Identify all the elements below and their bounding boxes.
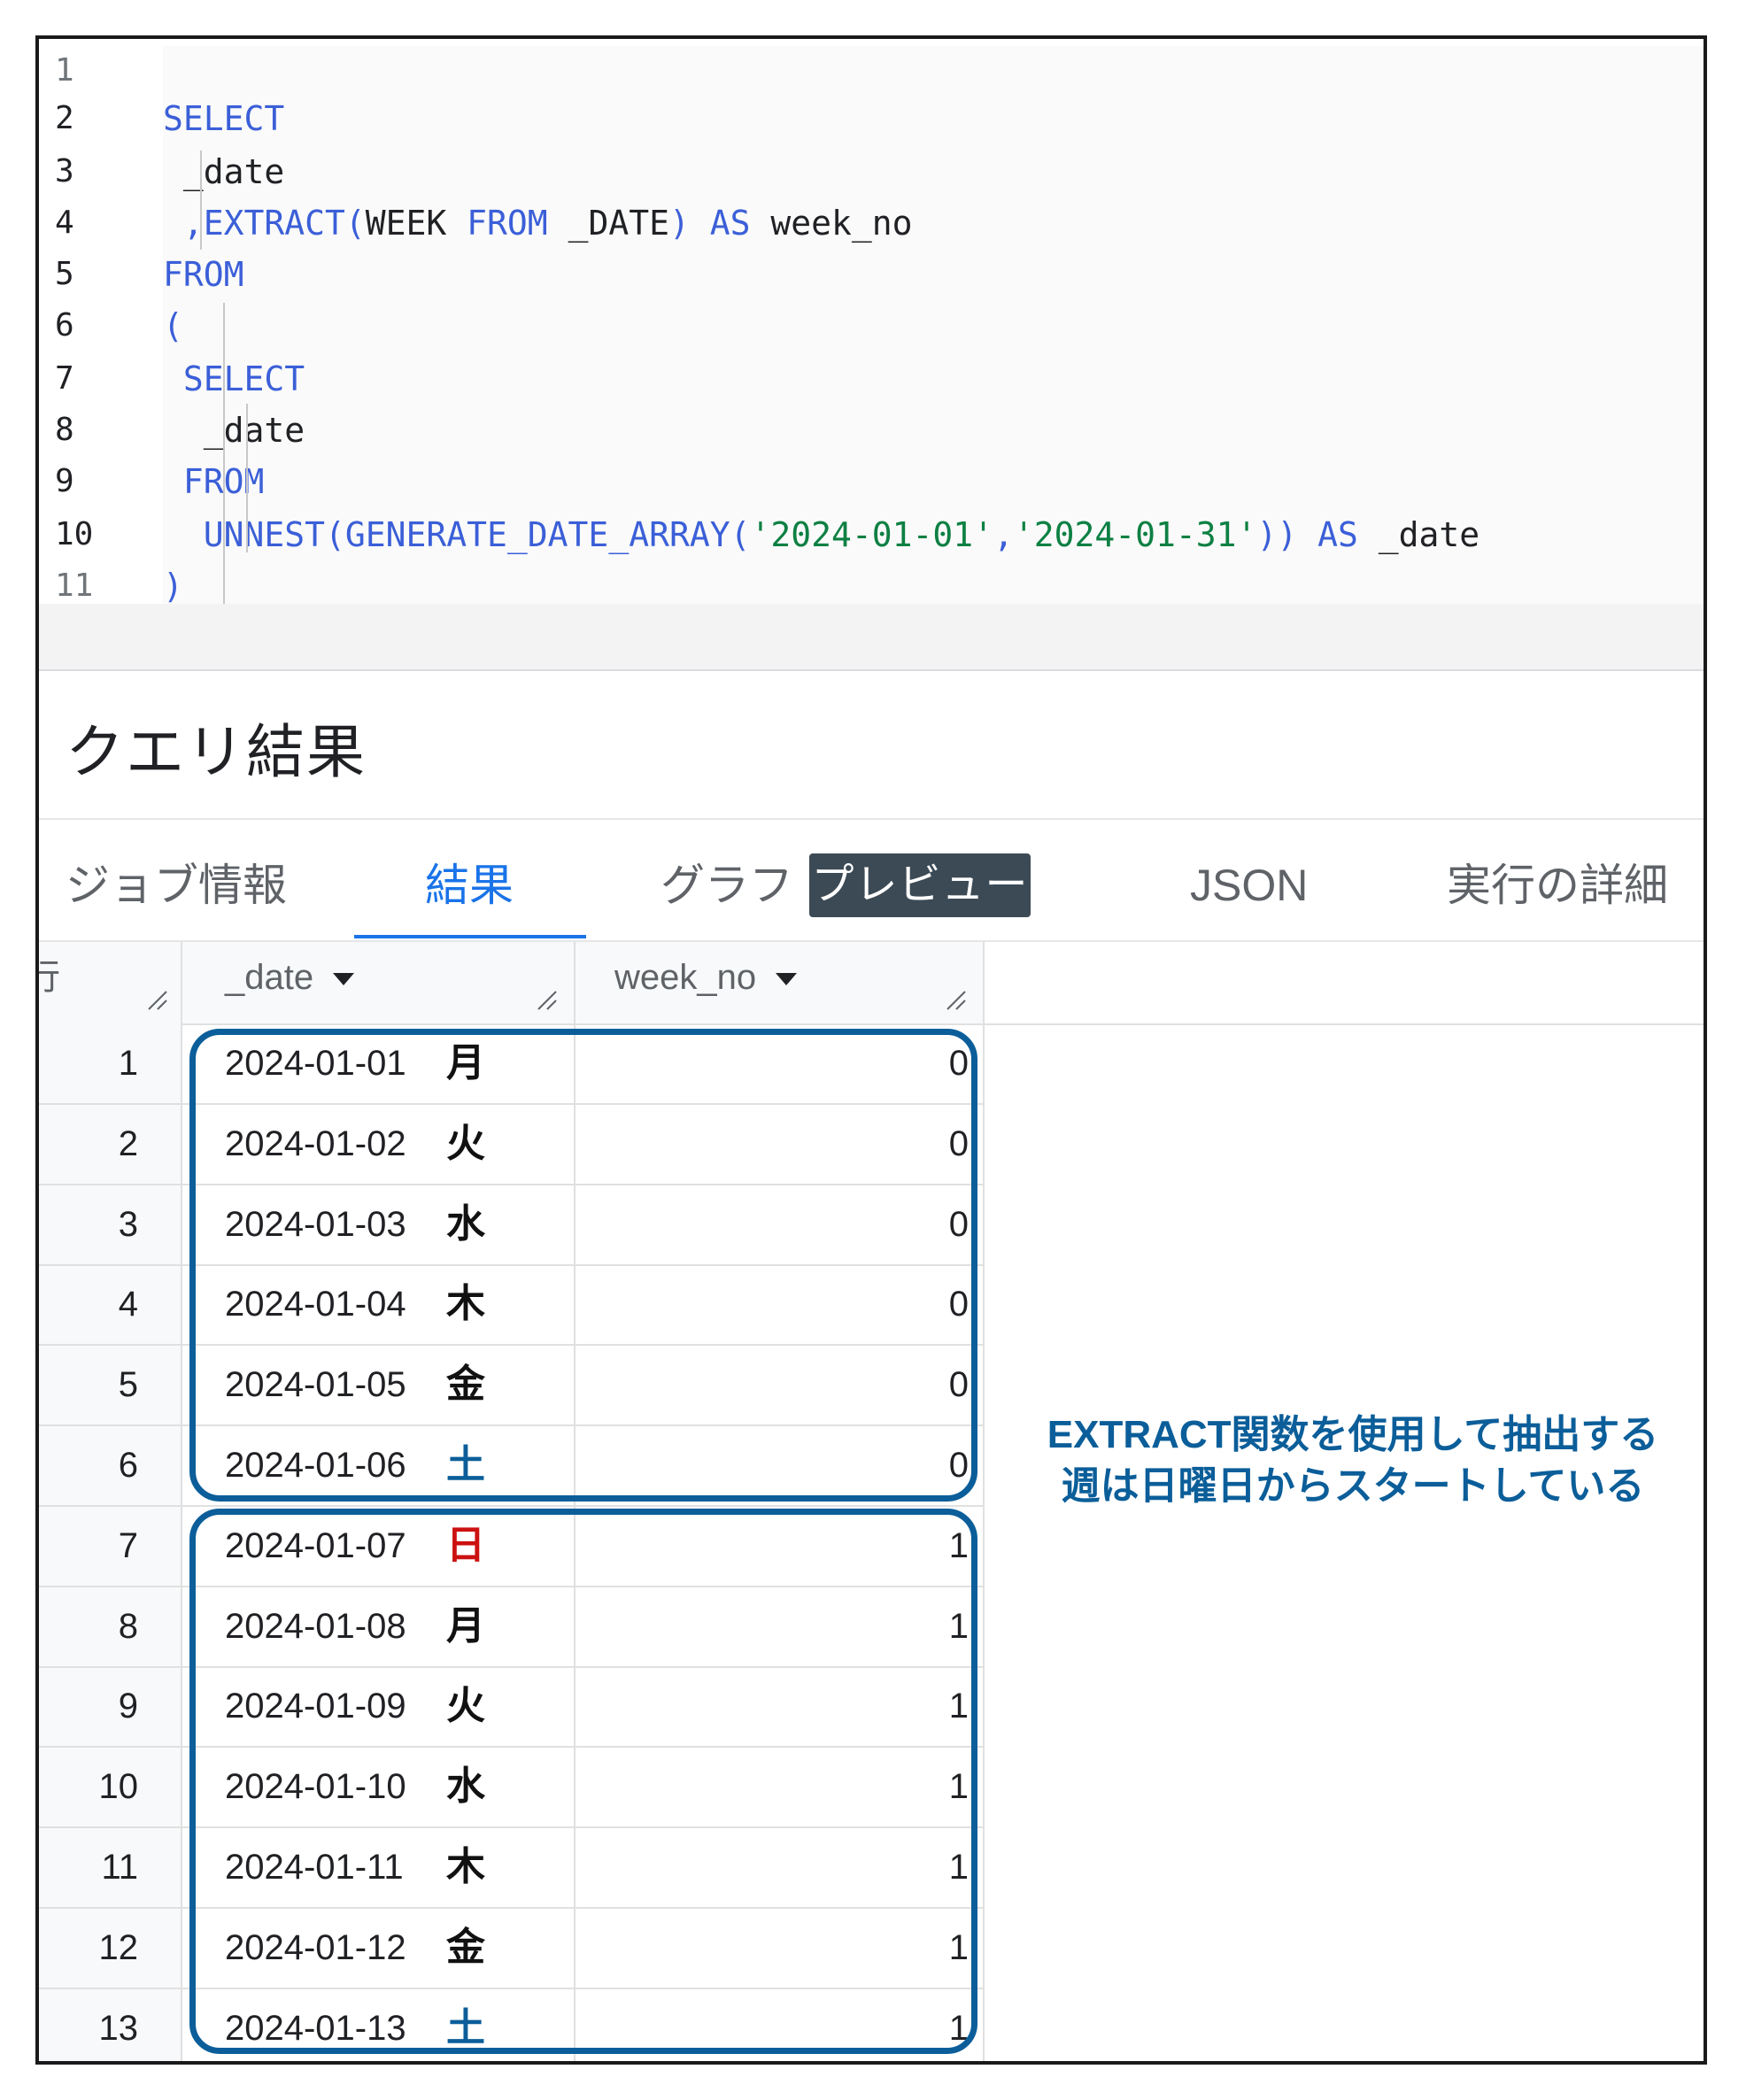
column-header-row-label: 行 <box>39 958 60 997</box>
preview-badge[interactable]: プレビュー <box>809 853 1031 917</box>
code-line[interactable]: 10 UNNEST(GENERATE_DATE_ARRAY('2024-01-0… <box>39 510 1704 560</box>
screenshot-frame: 1 2 SELECT 3 _date 4 ,EXTRACT(WEEK FROM _DAT… <box>35 35 1707 2065</box>
tab-execution-details[interactable]: 実行の詳細 <box>1447 857 1668 914</box>
code-token: FROM <box>163 462 265 501</box>
row-number: 4 <box>118 1285 138 1324</box>
code-token: SELECT <box>163 359 305 398</box>
line-number: 7 <box>55 360 74 397</box>
table-header-empty <box>985 942 1704 1025</box>
tab-json[interactable]: JSON <box>1190 857 1308 914</box>
code-line[interactable]: 6( <box>39 301 1704 351</box>
row-number: 2 <box>118 1123 138 1163</box>
code-token: week_no <box>770 204 913 243</box>
code-token: , <box>993 515 1014 554</box>
annotation-line-1: EXTRACT関数を使用して抽出する <box>1047 1413 1659 1456</box>
code-token: SELECT <box>163 99 285 138</box>
code-line[interactable]: 2 SELECT <box>39 94 1704 143</box>
code-token: UNNEST(GENERATE_DATE_ARRAY( <box>163 515 751 554</box>
row-number: 7 <box>118 1525 138 1565</box>
code-text: SELECT <box>163 354 305 404</box>
column-resize-handle-icon[interactable] <box>147 990 168 1011</box>
week-0-highlight <box>189 1029 977 1502</box>
tab-chart[interactable]: グラフ <box>661 857 793 914</box>
code-text: FROM <box>163 250 244 299</box>
code-token: AS <box>709 204 771 243</box>
row-number: 10 <box>98 1767 139 1807</box>
sql-editor[interactable]: 1 2 SELECT 3 _date 4 ,EXTRACT(WEEK FROM _DAT… <box>39 46 1704 671</box>
code-line[interactable]: 4 ,EXTRACT(WEEK FROM _DATE) AS week_no <box>39 198 1704 248</box>
code-line[interactable]: 3 _date <box>39 147 1704 197</box>
column-header-week-no[interactable]: week_no <box>614 942 951 1023</box>
code-text: SELECT <box>163 94 284 143</box>
code-token: AS <box>1317 515 1379 554</box>
line-number: 6 <box>55 307 74 344</box>
code-token: ) <box>668 204 710 243</box>
column-header-date-label: _date <box>225 958 314 997</box>
results-title: クエリ結果 <box>66 719 367 784</box>
row-number: 11 <box>101 1848 138 1887</box>
code-token: _date <box>163 152 285 191</box>
code-text: ,EXTRACT(WEEK FROM _DATE) AS week_no <box>163 198 913 248</box>
code-text: ( <box>163 301 183 351</box>
line-number: 8 <box>55 412 74 448</box>
row-number: 12 <box>98 1927 139 1967</box>
tab-results[interactable]: 結果 <box>425 857 514 914</box>
line-number: 9 <box>55 463 74 499</box>
code-line[interactable]: 1 <box>39 46 1704 96</box>
code-text: FROM <box>163 457 265 506</box>
code-text: _date <box>163 147 284 197</box>
code-text: UNNEST(GENERATE_DATE_ARRAY('2024-01-01',… <box>163 510 1479 560</box>
line-number: 4 <box>55 205 74 241</box>
code-token: ( <box>163 306 183 345</box>
code-token: _date <box>163 411 305 450</box>
editor-footer <box>39 604 1704 671</box>
code-token: )) <box>1256 515 1318 554</box>
column-resize-handle-icon[interactable] <box>537 990 558 1011</box>
row-number: 9 <box>118 1687 138 1726</box>
code-token: _date <box>1378 515 1480 554</box>
indent-guide <box>223 303 225 604</box>
line-number: 1 <box>55 52 74 89</box>
column-header-week-no-label: week_no <box>614 958 757 997</box>
code-token: '2024-01-31' <box>1013 515 1257 554</box>
row-number: 3 <box>118 1204 138 1244</box>
line-number: 3 <box>55 153 74 189</box>
line-number: 2 <box>55 100 74 136</box>
annotation-line-2: 週は日曜日からスタートしている <box>1061 1464 1645 1508</box>
divider <box>39 818 1704 820</box>
week-1-highlight <box>189 1509 977 2054</box>
code-line[interactable]: 9 FROM <box>39 457 1704 506</box>
row-number: 8 <box>118 1606 138 1646</box>
tab-job-info[interactable]: ジョブ情報 <box>66 857 287 914</box>
indent-guide <box>246 404 248 552</box>
code-token: '2024-01-01' <box>750 515 994 554</box>
row-number: 6 <box>118 1446 138 1485</box>
code-token: WEEK <box>365 204 467 243</box>
column-header-row: 行 <box>39 942 131 1023</box>
column-header-date[interactable]: _date <box>225 942 561 1023</box>
code-token: FROM <box>467 204 568 243</box>
line-number: 10 <box>55 516 94 552</box>
indent-guide <box>200 151 202 250</box>
code-area[interactable]: 1 2 SELECT 3 _date 4 ,EXTRACT(WEEK FROM _DAT… <box>39 46 1704 606</box>
code-token: FROM <box>163 255 244 294</box>
active-tab-indicator <box>354 935 586 938</box>
code-token: _DATE <box>568 204 669 243</box>
code-token: ,EXTRACT( <box>163 204 366 243</box>
row-number: 1 <box>118 1044 138 1083</box>
annotation-note: EXTRACT関数を使用して抽出する 週は日曜日からスタートしている <box>999 1409 1704 1512</box>
sort-caret-icon[interactable] <box>333 973 355 986</box>
row-number: 5 <box>118 1365 138 1405</box>
row-number: 13 <box>98 2008 139 2048</box>
code-token: ) <box>163 567 183 606</box>
sort-caret-icon[interactable] <box>776 973 798 986</box>
line-number: 5 <box>55 256 74 292</box>
code-line[interactable]: 8 _date <box>39 405 1704 455</box>
code-line[interactable]: 7 SELECT <box>39 354 1704 404</box>
column-resize-handle-icon[interactable] <box>946 990 967 1011</box>
code-text: _date <box>163 405 305 455</box>
code-line[interactable]: 5 FROM <box>39 250 1704 299</box>
